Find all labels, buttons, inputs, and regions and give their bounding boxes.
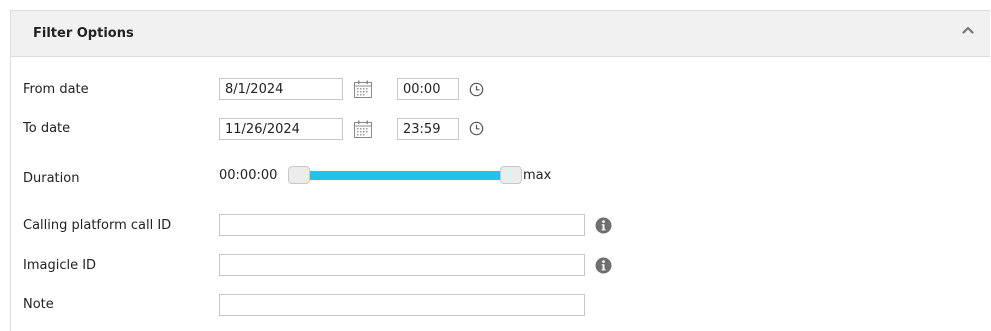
duration-min-text: 00:00:00 [219,168,278,183]
duration-label: Duration [23,171,80,186]
imagicle-id-input[interactable] [219,254,585,276]
clock-icon[interactable] [469,121,484,136]
from-time-input[interactable] [397,78,459,100]
note-label: Note [23,297,54,312]
to-date-input[interactable] [219,118,343,140]
to-time-input[interactable] [397,118,459,140]
calendar-icon[interactable] [353,119,373,139]
duration-slider-track[interactable] [299,171,511,180]
from-date-input[interactable] [219,78,343,100]
clock-icon[interactable] [469,82,484,97]
duration-min-handle[interactable] [288,166,310,184]
duration-max-handle[interactable] [500,166,522,184]
calendar-icon[interactable] [353,79,373,99]
chevron-up-icon[interactable] [962,25,974,35]
imagicle-id-label: Imagicle ID [23,258,97,273]
panel-title: Filter Options [33,26,134,41]
duration-max-text: max [523,168,552,183]
call-id-input[interactable] [219,214,585,236]
info-icon[interactable] [595,217,612,234]
panel-header[interactable]: Filter Options [11,11,990,57]
note-input[interactable] [219,294,585,316]
to-date-label: To date [23,121,71,136]
from-date-label: From date [23,82,89,97]
info-icon[interactable] [595,257,612,274]
call-id-label: Calling platform call ID [23,218,172,233]
